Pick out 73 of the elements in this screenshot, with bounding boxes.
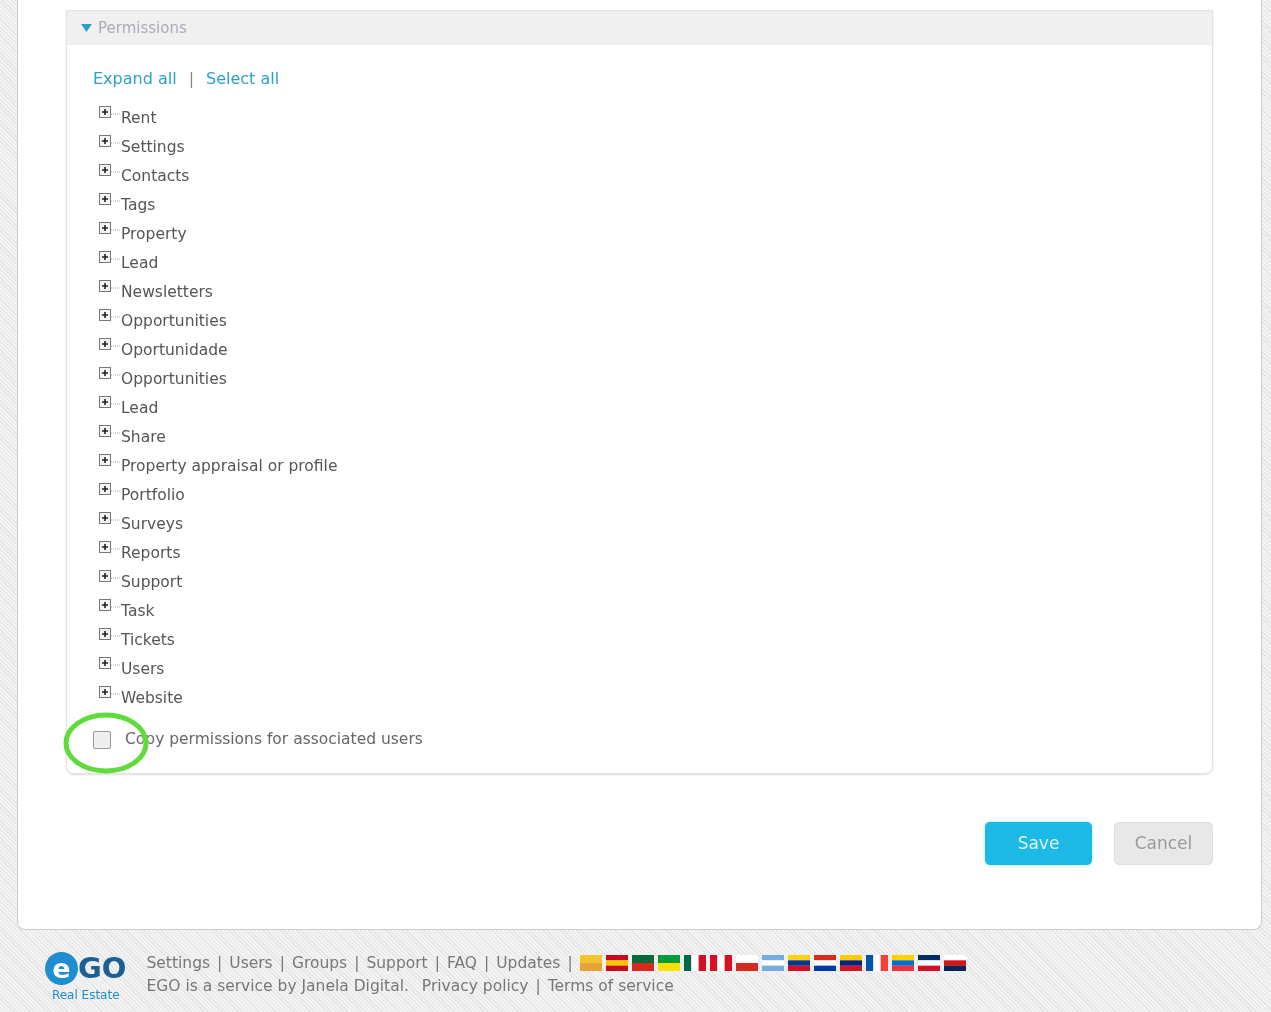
flag-icon[interactable] <box>917 955 940 971</box>
tree-item[interactable]: Portfolio <box>121 483 185 507</box>
expand-icon[interactable] <box>99 164 121 178</box>
footer-link[interactable]: Users <box>229 954 273 972</box>
expand-icon[interactable] <box>99 367 121 381</box>
tree-item[interactable]: Oportunidade <box>121 338 228 362</box>
tree-item[interactable]: Property <box>121 222 187 246</box>
tree-item[interactable]: Reports <box>121 541 181 565</box>
footer-link[interactable]: FAQ <box>446 954 477 972</box>
expand-icon[interactable] <box>99 657 121 671</box>
separator-text: | <box>188 69 194 88</box>
tree-item[interactable]: Contacts <box>121 164 190 188</box>
tree-item[interactable]: Website <box>121 686 183 710</box>
tree-item[interactable]: Settings <box>121 135 185 159</box>
flag-icon[interactable] <box>813 955 836 971</box>
expand-icon[interactable] <box>99 309 121 323</box>
tree-item[interactable]: Share <box>121 425 166 449</box>
tree-item[interactable]: Users <box>121 657 165 681</box>
footer-link[interactable]: Updates <box>496 954 561 972</box>
logo-text: GO <box>78 951 127 985</box>
flag-icon[interactable] <box>787 955 810 971</box>
caret-down-icon[interactable] <box>81 24 92 32</box>
tree-item[interactable]: Property appraisal or profile <box>121 454 338 478</box>
logo-mark: e <box>45 952 78 985</box>
separator-text: | <box>567 954 573 972</box>
footer-link[interactable]: Settings <box>146 954 211 972</box>
tree-item[interactable]: Lead <box>121 251 159 275</box>
expand-icon[interactable] <box>99 628 121 642</box>
expand-icon[interactable] <box>99 541 121 555</box>
expand-icon[interactable] <box>99 599 121 613</box>
flag-icon[interactable] <box>865 955 888 971</box>
tree-item[interactable]: Opportunities <box>121 367 227 391</box>
tree-item[interactable]: Tags <box>121 193 156 217</box>
tree-item[interactable]: Surveys <box>121 512 183 536</box>
footer-link[interactable]: Support <box>366 954 428 972</box>
footer-link[interactable]: Groups <box>291 954 348 972</box>
separator-text: | <box>434 954 440 972</box>
expand-icon[interactable] <box>99 512 121 526</box>
tree-item[interactable]: Tickets <box>121 628 175 652</box>
expand-icon[interactable] <box>99 570 121 584</box>
tree-item[interactable]: Newsletters <box>121 280 213 304</box>
separator-text: | <box>354 954 360 972</box>
expand-icon[interactable] <box>99 280 121 294</box>
footer-link[interactable]: Privacy policy <box>421 977 529 996</box>
footer-link[interactable]: Terms of service <box>547 977 674 996</box>
expand-icon[interactable] <box>99 396 121 410</box>
separator-text: | <box>535 977 541 996</box>
tree-item[interactable]: Task <box>121 599 155 623</box>
expand-icon[interactable] <box>99 483 121 497</box>
expand-icon[interactable] <box>99 338 121 352</box>
tree-item[interactable]: Opportunities <box>121 309 227 333</box>
separator-text: | <box>483 954 490 972</box>
expand-icon[interactable] <box>99 106 121 120</box>
expand-icon[interactable] <box>99 193 121 207</box>
tree-item[interactable]: Support <box>121 570 183 594</box>
flag-icon[interactable] <box>683 955 706 971</box>
tree-item[interactable]: Lead <box>121 396 159 420</box>
separator-text: | <box>279 954 285 972</box>
logo-tagline: Real Estate <box>51 989 120 1001</box>
flag-icon[interactable] <box>631 955 654 971</box>
expand-icon[interactable] <box>99 454 121 468</box>
expand-icon[interactable] <box>99 135 121 149</box>
panel-title: Permissions <box>98 17 187 39</box>
expand-icon[interactable] <box>99 222 121 236</box>
separator-text: | <box>217 954 223 972</box>
service-text: EGO is a service by Janela Digital. <box>146 977 409 996</box>
tree-item[interactable]: Rent <box>121 106 157 130</box>
expand-icon[interactable] <box>99 251 121 265</box>
expand-icon[interactable] <box>99 686 121 700</box>
expand-icon[interactable] <box>99 425 121 439</box>
flag-icon[interactable] <box>943 955 966 971</box>
checkbox[interactable] <box>93 730 111 749</box>
flag-icon[interactable] <box>839 955 862 971</box>
